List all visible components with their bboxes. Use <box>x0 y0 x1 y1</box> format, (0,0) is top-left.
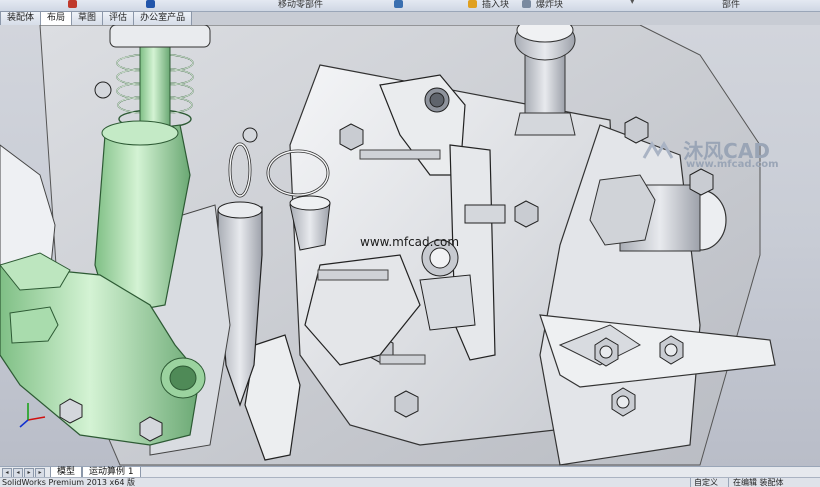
tab-sketch[interactable]: 草图 <box>71 11 104 25</box>
watermark-logo: 沐风CAD www.mfcad.com <box>642 135 779 170</box>
undo-icon[interactable] <box>68 0 77 8</box>
tab-assembly[interactable]: 装配体 <box>0 11 42 25</box>
graphics-viewport[interactable]: 沐风CAD www.mfcad.com www.mfcad.com <box>0 25 820 466</box>
tab-evaluate[interactable]: 评估 <box>102 11 135 25</box>
command-manager-tabs: 装配体 布局 草图 评估 办公室产品 <box>0 11 230 25</box>
make-block-icon[interactable] <box>522 0 531 8</box>
dropdown-arrow-icon[interactable]: ▾ <box>630 0 635 7</box>
center-watermark-url: www.mfcad.com <box>360 235 460 249</box>
insert-block-icon[interactable] <box>468 0 477 8</box>
mfcad-logo-icon <box>642 140 680 160</box>
tab-layout[interactable]: 布局 <box>40 11 73 25</box>
options-icon[interactable] <box>146 0 155 8</box>
insert-block-button[interactable]: 插入块 <box>482 0 509 10</box>
move-component-button[interactable]: 移动零部件 <box>278 0 323 10</box>
document-type-label: 部件 <box>722 0 741 10</box>
make-block-button[interactable]: 爆炸块 <box>536 0 563 10</box>
tab-office-products[interactable]: 办公室产品 <box>133 11 193 25</box>
axis-triad-icon <box>19 403 46 428</box>
mate-icon[interactable] <box>394 0 403 8</box>
watermark-url-text: www.mfcad.com <box>686 159 779 170</box>
